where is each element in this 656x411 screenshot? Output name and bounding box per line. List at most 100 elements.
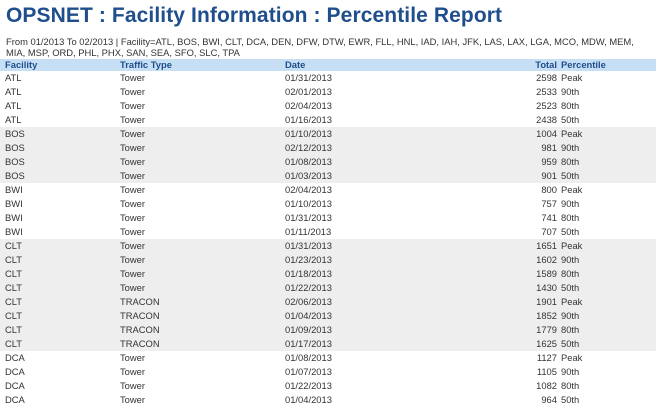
cell-date: 01/31/2013 (285, 212, 332, 223)
cell-traffic-type: Tower (120, 100, 146, 111)
cell-percentile: 50th (561, 226, 580, 237)
cell-date: 01/04/2013 (285, 310, 332, 321)
cell-facility: BWI (5, 198, 23, 209)
cell-total: 1430 (536, 282, 557, 293)
cell-date: 02/01/2013 (285, 86, 332, 97)
cell-traffic-type: TRACON (120, 310, 160, 321)
cell-facility: BWI (5, 226, 23, 237)
cell-facility: ATL (5, 86, 22, 97)
cell-facility: CLT (5, 324, 23, 335)
cell-traffic-type: Tower (120, 198, 146, 209)
column-header-percentile: Percentile (561, 59, 606, 70)
cell-facility: BOS (5, 156, 25, 167)
cell-date: 01/22/2013 (285, 282, 332, 293)
table-row: BOS Tower 01/03/2013 901 50th (0, 169, 656, 183)
cell-facility: DCA (5, 394, 25, 405)
cell-date: 01/09/2013 (285, 324, 332, 335)
cell-date: 01/18/2013 (285, 268, 332, 279)
cell-percentile: 80th (561, 156, 580, 167)
cell-traffic-type: TRACON (120, 324, 160, 335)
cell-traffic-type: Tower (120, 142, 146, 153)
table-row: BWI Tower 02/04/2013 800 Peak (0, 183, 656, 197)
cell-traffic-type: Tower (120, 72, 146, 83)
table-row: CLT TRACON 01/17/2013 1625 50th (0, 337, 656, 351)
cell-facility: DCA (5, 352, 25, 363)
cell-percentile: 50th (561, 282, 580, 293)
table-row: DCA Tower 01/07/2013 1105 90th (0, 365, 656, 379)
cell-facility: BOS (5, 142, 25, 153)
cell-total: 1779 (536, 324, 557, 335)
cell-total: 964 (541, 394, 557, 405)
cell-percentile: 80th (561, 212, 580, 223)
column-header-total: Total (535, 59, 557, 70)
cell-facility: BOS (5, 170, 25, 181)
cell-total: 2523 (536, 100, 557, 111)
cell-facility: ATL (5, 114, 22, 125)
cell-date: 01/04/2013 (285, 394, 332, 405)
column-header-traffic-type: Traffic Type (120, 59, 172, 70)
cell-date: 01/31/2013 (285, 72, 332, 83)
cell-total: 757 (541, 198, 557, 209)
cell-percentile: Peak (561, 128, 583, 139)
cell-date: 01/22/2013 (285, 380, 332, 391)
table-row: ATL Tower 02/01/2013 2533 90th (0, 85, 656, 99)
cell-date: 01/08/2013 (285, 156, 332, 167)
cell-traffic-type: Tower (120, 170, 146, 181)
table-row: BWI Tower 01/11/2013 707 50th (0, 225, 656, 239)
report-criteria: From 01/2013 To 02/2013 | Facility=ATL, … (6, 36, 634, 58)
cell-traffic-type: Tower (120, 268, 146, 279)
table-row: DCA Tower 01/04/2013 964 50th (0, 393, 656, 407)
cell-percentile: 50th (561, 338, 580, 349)
cell-facility: CLT (5, 296, 23, 307)
cell-date: 02/04/2013 (285, 184, 332, 195)
cell-facility: CLT (5, 268, 23, 279)
table-row: DCA Tower 01/22/2013 1082 80th (0, 379, 656, 393)
cell-total: 1625 (536, 338, 557, 349)
table-body: ATL Tower 01/31/2013 2598 Peak ATL Tower 02/01/… (0, 71, 656, 407)
cell-traffic-type: Tower (120, 212, 146, 223)
cell-date: 02/04/2013 (285, 100, 332, 111)
percentile-table: Facility Traffic Type Date Total Percent… (0, 59, 656, 407)
cell-percentile: 90th (561, 142, 580, 153)
cell-percentile: 50th (561, 170, 580, 181)
cell-total: 707 (541, 226, 557, 237)
cell-traffic-type: Tower (120, 240, 146, 251)
table-header-row: Facility Traffic Type Date Total Percent… (0, 59, 656, 71)
cell-percentile: 80th (561, 380, 580, 391)
cell-total: 1105 (536, 366, 557, 377)
cell-percentile: 50th (561, 394, 580, 405)
cell-total: 2598 (536, 72, 557, 83)
cell-total: 1901 (536, 296, 557, 307)
cell-facility: BWI (5, 184, 23, 195)
cell-percentile: Peak (561, 296, 583, 307)
cell-date: 01/11/2013 (285, 226, 332, 237)
cell-traffic-type: TRACON (120, 296, 160, 307)
cell-percentile: 50th (561, 114, 580, 125)
cell-percentile: Peak (561, 352, 583, 363)
cell-facility: CLT (5, 240, 23, 251)
cell-percentile: Peak (561, 72, 583, 83)
cell-traffic-type: Tower (120, 156, 146, 167)
cell-traffic-type: Tower (120, 282, 146, 293)
cell-traffic-type: Tower (120, 366, 146, 377)
cell-facility: CLT (5, 254, 23, 265)
cell-date: 02/06/2013 (285, 296, 332, 307)
cell-total: 1852 (536, 310, 557, 321)
table-row: BWI Tower 01/31/2013 741 80th (0, 211, 656, 225)
cell-traffic-type: Tower (120, 128, 146, 139)
cell-total: 959 (541, 156, 557, 167)
table-row: BOS Tower 02/12/2013 981 90th (0, 141, 656, 155)
cell-date: 01/10/2013 (285, 198, 332, 209)
cell-total: 741 (541, 212, 557, 223)
cell-facility: BOS (5, 128, 25, 139)
table-row: BOS Tower 01/10/2013 1004 Peak (0, 127, 656, 141)
column-header-facility: Facility (5, 59, 38, 70)
table-row: ATL Tower 01/31/2013 2598 Peak (0, 71, 656, 85)
cell-total: 1127 (536, 352, 557, 363)
cell-traffic-type: TRACON (120, 338, 160, 349)
table-row: CLT Tower 01/22/2013 1430 50th (0, 281, 656, 295)
cell-facility: CLT (5, 310, 23, 321)
cell-facility: ATL (5, 72, 22, 83)
cell-total: 1589 (536, 268, 557, 279)
table-row: ATL Tower 02/04/2013 2523 80th (0, 99, 656, 113)
